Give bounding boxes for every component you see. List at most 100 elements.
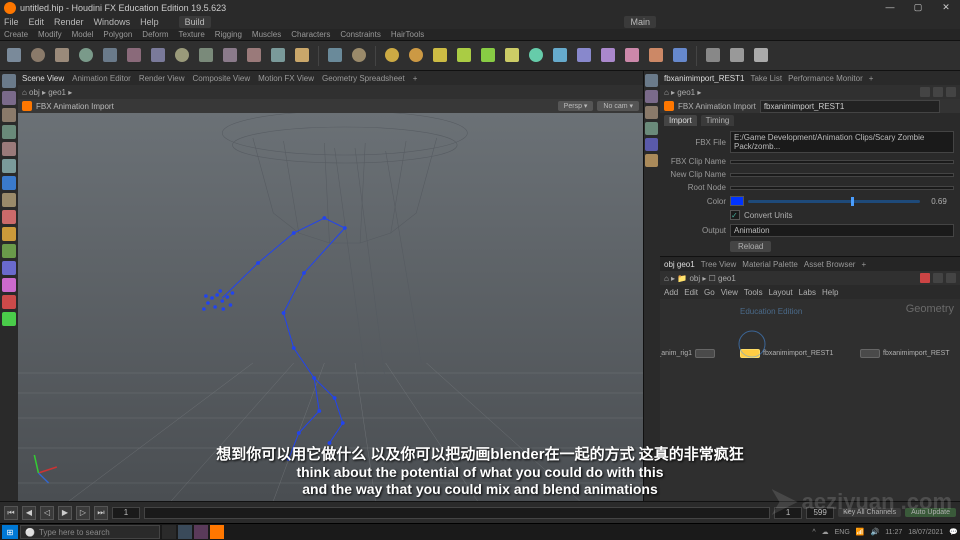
tool-envlight[interactable]: [526, 44, 546, 68]
keymode-button[interactable]: Key All Channels: [838, 508, 901, 517]
tool-torus[interactable]: [76, 44, 96, 68]
nw-tab-tree[interactable]: Tree View: [701, 260, 737, 269]
tool-portallight[interactable]: [574, 44, 594, 68]
tool-geolight[interactable]: [478, 44, 498, 68]
nw-tab-geo[interactable]: obj geo1: [664, 260, 695, 269]
lasso-icon[interactable]: [2, 227, 16, 241]
delete-icon[interactable]: [2, 295, 16, 309]
tool-spray[interactable]: [244, 44, 264, 68]
tool-camera[interactable]: [703, 44, 723, 68]
shelf-tab[interactable]: Polygon: [101, 30, 134, 39]
pin-icon[interactable]: [920, 87, 930, 97]
shelf-tab[interactable]: HairTools: [389, 30, 426, 39]
shading-icon[interactable]: [645, 90, 658, 103]
taskview-icon[interactable]: [162, 525, 176, 539]
tool-lsystem[interactable]: [325, 44, 345, 68]
start-button[interactable]: ⊞: [2, 525, 18, 539]
viewport-breadcrumb[interactable]: ⌂ obj ▸ geo1 ▸: [18, 85, 643, 99]
play-button[interactable]: ▶: [58, 506, 72, 520]
edit-icon[interactable]: [2, 261, 16, 275]
handles-icon[interactable]: [2, 142, 16, 156]
subtab-import[interactable]: Import: [664, 115, 697, 126]
tab-add[interactable]: +: [413, 74, 418, 83]
current-frame-field[interactable]: [774, 507, 802, 519]
param-breadcrumb[interactable]: ⌂ ▸ geo1 ▸: [660, 85, 960, 99]
tool-gi[interactable]: [646, 44, 666, 68]
wireframe-icon[interactable]: [645, 106, 658, 119]
tool-sphere[interactable]: [28, 44, 48, 68]
tool-curve[interactable]: [196, 44, 216, 68]
rootnode-field[interactable]: [730, 186, 954, 190]
tab-anim-editor[interactable]: Animation Editor: [72, 74, 131, 83]
last-frame-button[interactable]: ⏭: [94, 506, 108, 520]
tray-lang[interactable]: ENG: [835, 529, 850, 536]
color-slider[interactable]: [748, 200, 920, 203]
nw-tab-asset[interactable]: Asset Browser: [804, 260, 856, 269]
nw-view[interactable]: View: [721, 288, 738, 297]
shelf-tab[interactable]: Characters: [289, 30, 332, 39]
tool-tube[interactable]: [52, 44, 72, 68]
tray-time[interactable]: 11:27: [885, 529, 902, 536]
tray-wifi-icon[interactable]: 📶: [856, 528, 865, 536]
menu-windows[interactable]: Windows: [94, 17, 131, 27]
tool-draw[interactable]: [220, 44, 240, 68]
nw-layout[interactable]: Layout: [769, 288, 793, 297]
app-browser-icon[interactable]: [194, 525, 208, 539]
select-icon[interactable]: [2, 74, 16, 88]
nw-tools[interactable]: Tools: [744, 288, 763, 297]
node-anim-rig[interactable]: xe_anim_rig1: [660, 349, 715, 358]
tool-metaball[interactable]: [349, 44, 369, 68]
brush-icon[interactable]: [2, 244, 16, 258]
tab-composite[interactable]: Composite View: [192, 74, 250, 83]
display-icon[interactable]: [645, 74, 658, 87]
tool-ambient[interactable]: [598, 44, 618, 68]
nw-add[interactable]: Add: [664, 288, 678, 297]
tool-light[interactable]: [382, 44, 402, 68]
shelf-tab[interactable]: Create: [2, 30, 30, 39]
nw-tab-add[interactable]: +: [861, 260, 866, 269]
color-swatch[interactable]: [730, 196, 744, 206]
convert-units-checkbox[interactable]: [730, 210, 740, 220]
menu-edit[interactable]: Edit: [29, 17, 45, 27]
persp-dropdown[interactable]: Persp ▾: [558, 101, 594, 111]
nw-edit[interactable]: Edit: [684, 288, 698, 297]
shelf-tab[interactable]: Texture: [177, 30, 207, 39]
scale-icon[interactable]: [2, 125, 16, 139]
newclip-field[interactable]: [730, 173, 954, 177]
param-tab-add[interactable]: +: [869, 74, 874, 83]
snap-icon[interactable]: [2, 159, 16, 173]
record-icon[interactable]: [920, 273, 930, 283]
tool-grid[interactable]: [100, 44, 120, 68]
tab-motionfx[interactable]: Motion FX View: [258, 74, 314, 83]
tool-pointlight[interactable]: [406, 44, 426, 68]
nw-labs[interactable]: Labs: [799, 288, 816, 297]
tool-box[interactable]: [4, 44, 24, 68]
param-tab-takelist[interactable]: Take List: [750, 74, 782, 83]
translate-icon[interactable]: [2, 91, 16, 105]
timeline-track[interactable]: [144, 507, 770, 519]
tool-platonic[interactable]: [292, 44, 312, 68]
subtab-timing[interactable]: Timing: [701, 115, 735, 126]
tab-spreadsheet[interactable]: Geometry Spreadsheet: [322, 74, 405, 83]
rotate-icon[interactable]: [2, 108, 16, 122]
reload-button[interactable]: Reload: [730, 241, 771, 252]
camera-dropdown[interactable]: No cam ▾: [597, 101, 639, 111]
lighting-icon[interactable]: [645, 138, 658, 151]
tool-spotlight[interactable]: [430, 44, 450, 68]
uv-icon[interactable]: [2, 278, 16, 292]
nw-go[interactable]: Go: [704, 288, 715, 297]
tool-vrcam[interactable]: [751, 44, 771, 68]
nw-find-icon[interactable]: [946, 273, 956, 283]
start-frame-field[interactable]: [112, 507, 140, 519]
gear-icon[interactable]: [946, 87, 956, 97]
desktop-build[interactable]: Build: [179, 16, 211, 28]
render-icon[interactable]: [2, 193, 16, 207]
tray-notif-icon[interactable]: 💬: [949, 528, 958, 536]
shelf-tab[interactable]: Model: [70, 30, 96, 39]
tab-scene-view[interactable]: Scene View: [22, 74, 64, 83]
param-tab-node[interactable]: fbxanimimport_REST1: [664, 74, 744, 83]
app-explorer-icon[interactable]: [178, 525, 192, 539]
clipname-field[interactable]: [730, 160, 954, 164]
fbxfile-field[interactable]: E:/Game Development/Animation Clips/Scar…: [730, 131, 954, 153]
maximize-button[interactable]: ▢: [908, 2, 928, 13]
